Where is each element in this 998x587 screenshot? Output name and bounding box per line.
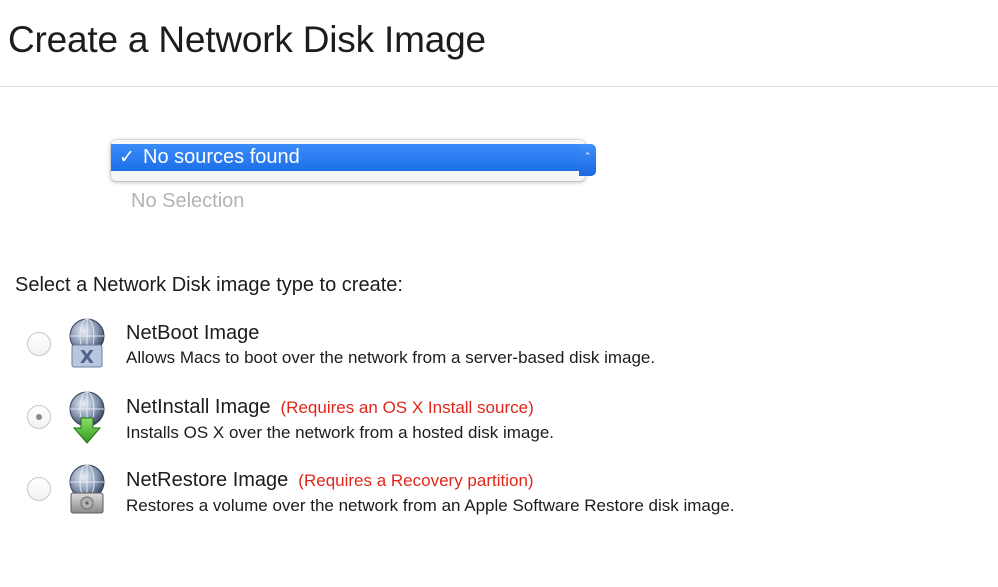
netinstall-title-label: NetInstall Image <box>126 396 271 418</box>
image-type-prompt: Select a Network Disk image type to crea… <box>15 274 403 296</box>
netrestore-globe-drive-icon <box>69 464 105 514</box>
netrestore-requirement: (Requires a Recovery partition) <box>298 471 534 490</box>
menu-item-no-sources-found[interactable]: ✓ No sources found <box>111 144 585 171</box>
netboot-globe-x-icon: X <box>69 318 105 368</box>
netrestore-title-label: NetRestore Image <box>126 469 289 491</box>
netboot-radio[interactable] <box>27 332 51 356</box>
netinstall-description: Installs OS X over the network from a ho… <box>126 423 555 442</box>
netinstall-radio[interactable] <box>27 405 51 429</box>
svg-text:X: X <box>80 347 94 368</box>
option-netinstall[interactable]: NetInstall Image (Requires an OS X Instal… <box>0 390 998 450</box>
netrestore-title: NetRestore Image (Requires a Recovery par… <box>126 467 534 494</box>
netrestore-description: Restores a volume over the network from … <box>126 496 735 515</box>
option-netboot[interactable]: X NetBoot Image Allows Macs to boot over… <box>0 316 998 376</box>
option-netrestore[interactable]: NetRestore Image (Requires a Recovery par… <box>0 463 998 523</box>
netinstall-title: NetInstall Image (Requires an OS X Instal… <box>126 394 534 421</box>
netboot-description: Allows Macs to boot over the network fro… <box>126 348 656 367</box>
source-popup-menu[interactable]: ✓ No sources found <box>111 140 585 181</box>
checkmark-icon: ✓ <box>119 147 135 168</box>
menu-item-label: No sources found <box>143 146 300 168</box>
netrestore-radio[interactable] <box>27 477 51 501</box>
menu-item-no-selection: No Selection <box>131 190 245 212</box>
netinstall-globe-arrow-icon <box>69 391 105 444</box>
netinstall-requirement: (Requires an OS X Install source) <box>280 398 534 417</box>
netboot-title: NetBoot Image <box>126 322 260 344</box>
popup-stepper-arrows-icon[interactable]: ⌃ <box>579 144 596 176</box>
page-title: Create a Network Disk Image <box>8 19 486 60</box>
title-divider <box>0 86 998 87</box>
